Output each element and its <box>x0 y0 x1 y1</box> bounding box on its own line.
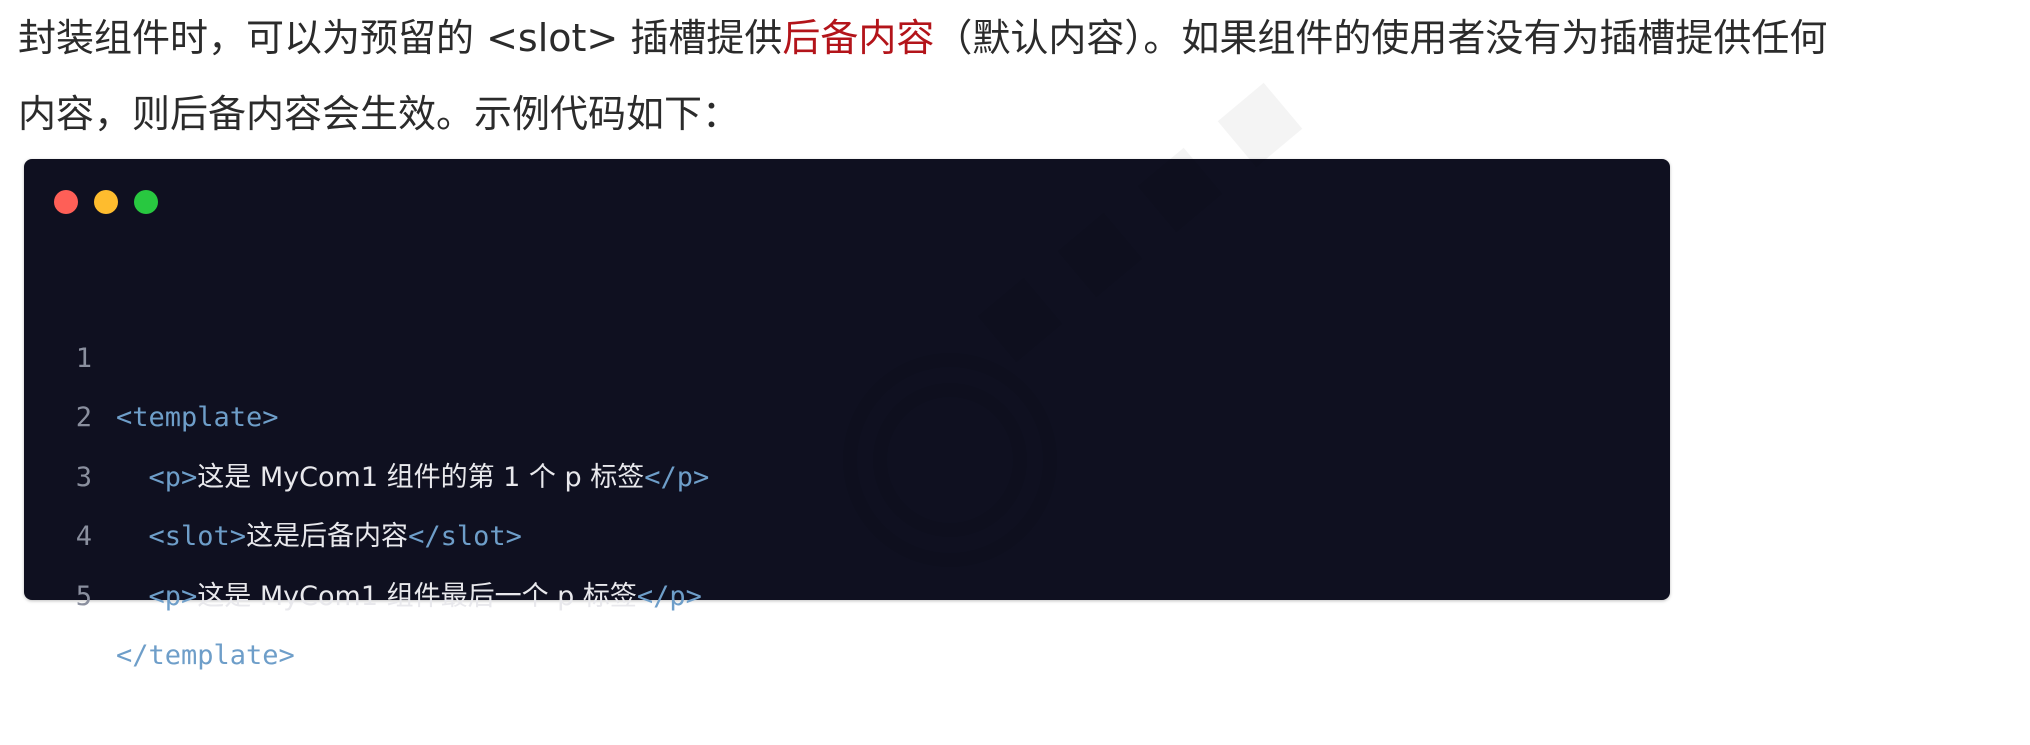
paragraph-text: 封装组件时，可以为预留的 <slot> 插槽提供 <box>18 16 783 60</box>
code-tag: </p> <box>636 580 702 612</box>
paragraph-text: （默认内容）。如果组件的使用者没有为插槽提供任何 <box>934 16 1828 60</box>
code-line: 1 <template> <box>24 269 1670 434</box>
line-number: 5 <box>75 580 92 612</box>
code-line: 4 <p>这是 MyCom1 组件最后一个 p 标签</p> <box>24 448 1670 612</box>
code-line: 5 </template> <box>24 507 1670 672</box>
code-line: 3 <slot>这是后备内容</slot> <box>24 388 1670 553</box>
paragraph-line-1: 封装组件时，可以为预留的 <slot> 插槽提供后备内容（默认内容）。如果组件的… <box>18 0 2018 76</box>
highlighted-term: 后备内容 <box>782 16 935 60</box>
minimize-dot-icon <box>94 190 118 214</box>
code-tag: <p> <box>148 580 198 612</box>
code-tag: </template> <box>116 640 295 671</box>
code-text: 这是 MyCom1 组件最后一个 p 标签 <box>197 580 637 612</box>
close-dot-icon <box>54 190 78 214</box>
paragraph-line-2: 内容，则后备内容会生效。示例代码如下： <box>18 92 741 136</box>
intro-paragraph: 封装组件时，可以为预留的 <slot> 插槽提供后备内容（默认内容）。如果组件的… <box>18 0 2018 152</box>
maximize-dot-icon <box>134 190 158 214</box>
code-block: 1 <template> 2 <p>这是 MyCom1 组件的第 1 个 p 标… <box>24 159 1670 672</box>
code-lines: 1 <template> 2 <p>这是 MyCom1 组件的第 1 个 p 标… <box>24 269 1670 672</box>
code-line: 2 <p>这是 MyCom1 组件的第 1 个 p 标签</p> <box>24 329 1670 493</box>
